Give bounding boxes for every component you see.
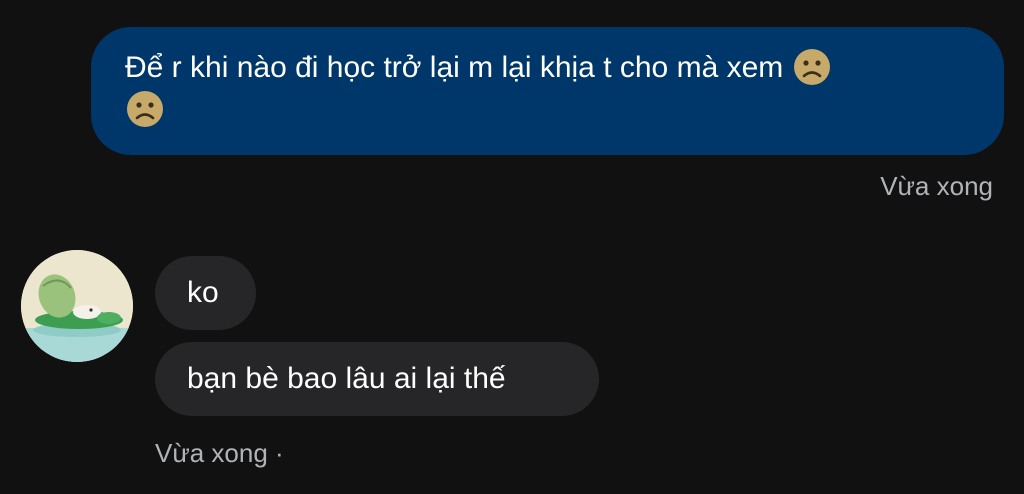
outgoing-message-bubble[interactable]: Để r khi nào đi học trở lại m lại khịa t… (91, 27, 1004, 155)
incoming-message-text: ko (187, 276, 219, 309)
chat-thread: Để r khi nào đi học trở lại m lại khịa t… (0, 0, 1024, 494)
incoming-message-bubble[interactable]: ko (155, 256, 256, 330)
frowning-face-emoji-icon (793, 49, 830, 86)
incoming-timestamp: Vừa xong · (155, 438, 284, 468)
incoming-message-bubble[interactable]: bạn bè bao lâu ai lại thế (155, 342, 599, 416)
frowning-face-emoji-icon (127, 91, 163, 128)
incoming-message-text: bạn bè bao lâu ai lại thế (187, 362, 506, 395)
avatar-illustration (21, 250, 133, 362)
outgoing-timestamp: Vừa xong (880, 171, 993, 201)
sender-avatar[interactable] (21, 250, 133, 362)
outgoing-message-text: Để r khi nào đi học trở lại m lại khịa t… (125, 51, 784, 84)
